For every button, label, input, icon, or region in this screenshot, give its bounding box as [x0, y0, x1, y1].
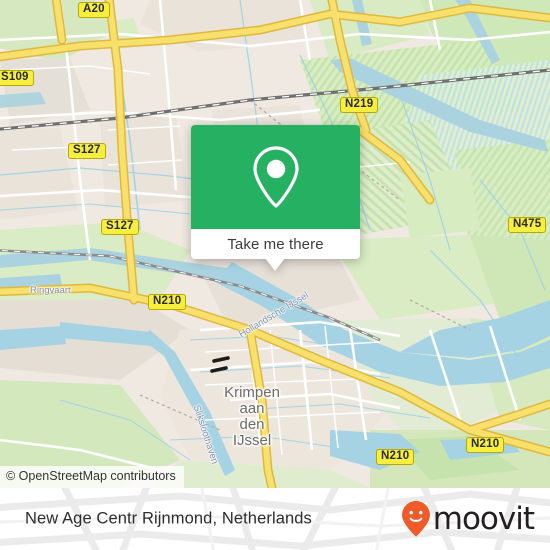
osm-attribution[interactable]: © OpenStreetMap contributors — [0, 466, 184, 488]
road-shield: S109 — [0, 70, 34, 86]
moovit-smiley-pin-icon — [401, 501, 430, 537]
map-canvas[interactable]: A20 S109 S127 S127 N219 N475 N210 N210 N… — [0, 0, 550, 488]
place-label-krimpen: Krimpen aan den IJssel — [224, 384, 280, 449]
moovit-logo[interactable]: moovit — [401, 500, 535, 538]
take-me-there-label: Take me there — [227, 235, 324, 253]
take-me-there-button[interactable]: Take me there — [191, 229, 360, 259]
moovit-wordmark: moovit — [432, 500, 535, 537]
road-shield: N219 — [340, 97, 379, 113]
footer-bar: New Age Centr Rijnmond, Netherlands moov… — [0, 488, 550, 550]
take-me-there-card[interactable]: Take me there — [191, 125, 360, 271]
location-title: New Age Centr Rijnmond, Netherlands — [25, 509, 312, 528]
road-shield: N210 — [148, 294, 187, 310]
road-shield: N210 — [466, 437, 505, 453]
road-shield: N210 — [376, 449, 415, 465]
map-pin-icon — [252, 146, 299, 208]
screenshot-root: A20 S109 S127 S127 N219 N475 N210 N210 N… — [0, 0, 550, 550]
road-shield: S127 — [101, 219, 139, 235]
card-pointer — [265, 258, 285, 271]
road-shield: A20 — [78, 2, 110, 18]
road-shield: S127 — [68, 143, 106, 159]
road-shield: N475 — [508, 217, 547, 233]
water-label-ringvaart: Ringvaart — [30, 285, 71, 296]
card-image-area — [191, 125, 360, 229]
